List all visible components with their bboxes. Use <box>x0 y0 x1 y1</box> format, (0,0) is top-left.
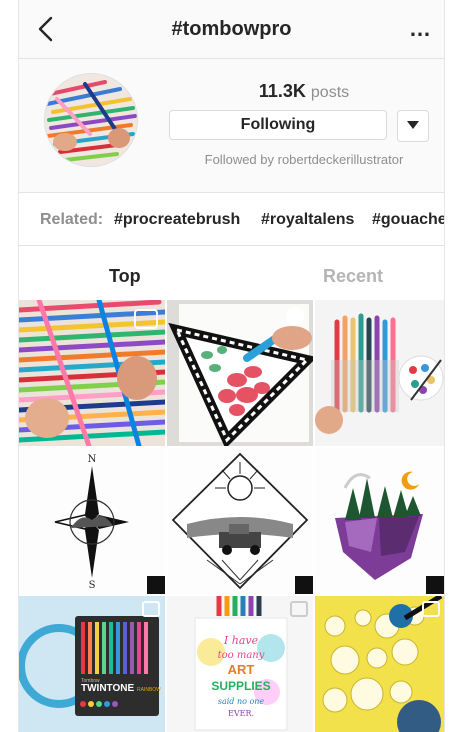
hashtag-avatar <box>44 73 138 167</box>
card-text-line-4: SUPPLIES <box>211 679 270 693</box>
post-count: 11.3K posts <box>169 81 439 102</box>
compass-n-label: N <box>88 454 97 465</box>
grid-post-art-supplies-card[interactable]: I have too many ART SUPPLIES said no one… <box>167 596 313 732</box>
related-tag-gouache[interactable]: #gouachei <box>372 211 444 229</box>
page-title: #tombowpro <box>171 18 292 40</box>
app-frame: #tombowpro … 11.3K posts Following Follo… <box>18 0 445 732</box>
grid-post-circle-template[interactable] <box>315 596 444 732</box>
card-text-line-2: too many <box>218 650 265 661</box>
card-text-line-6: EVER. <box>228 709 254 718</box>
related-tag-royaltalens[interactable]: #royaltalens <box>261 211 354 229</box>
grid-post-floating-island[interactable] <box>315 448 444 594</box>
tab-recent[interactable]: Recent <box>323 266 383 287</box>
related-tag-procreatebrush[interactable]: #procreatebrush <box>114 211 240 229</box>
grid-post-compass-drawing[interactable]: N S <box>19 448 165 594</box>
tab-top[interactable]: Top <box>109 266 141 287</box>
grid-post-triangle-painting[interactable] <box>167 300 313 446</box>
post-tabs: Top Recent <box>19 246 444 300</box>
grid-post-marker-stand[interactable] <box>315 300 444 446</box>
related-hashtags-bar: Related: #procreatebrush #royaltalens #g… <box>19 193 444 246</box>
video-icon <box>286 307 304 325</box>
box-brand-text: TWINTONE <box>81 683 134 694</box>
related-label: Related: <box>40 211 104 228</box>
more-options-icon[interactable]: … <box>409 16 432 42</box>
hashtag-header: 11.3K posts Following Followed by robert… <box>19 59 444 193</box>
grid-post-markers-hands[interactable] <box>19 300 165 446</box>
card-text-line-3: ART <box>228 662 255 677</box>
card-text-line-1: I have <box>223 634 259 647</box>
top-navigation-bar: #tombowpro … <box>19 0 444 59</box>
grid-post-twintone-markers[interactable]: Tombow TWINTONE RAINBOW <box>19 596 165 732</box>
suggestions-dropdown-button[interactable] <box>397 110 429 142</box>
followed-by-text: Followed by robertdeckerillustrator <box>204 152 404 167</box>
post-count-label: posts <box>310 84 350 101</box>
compass-s-label: S <box>89 580 96 591</box>
following-button[interactable]: Following <box>169 110 387 140</box>
grid-post-truck-drawing[interactable] <box>167 448 313 594</box>
caret-down-icon <box>407 121 419 129</box>
box-sub-text: RAINBOW <box>137 687 161 693</box>
post-count-value: 11.3K <box>258 81 306 101</box>
card-text-line-5: said no one <box>218 697 265 706</box>
